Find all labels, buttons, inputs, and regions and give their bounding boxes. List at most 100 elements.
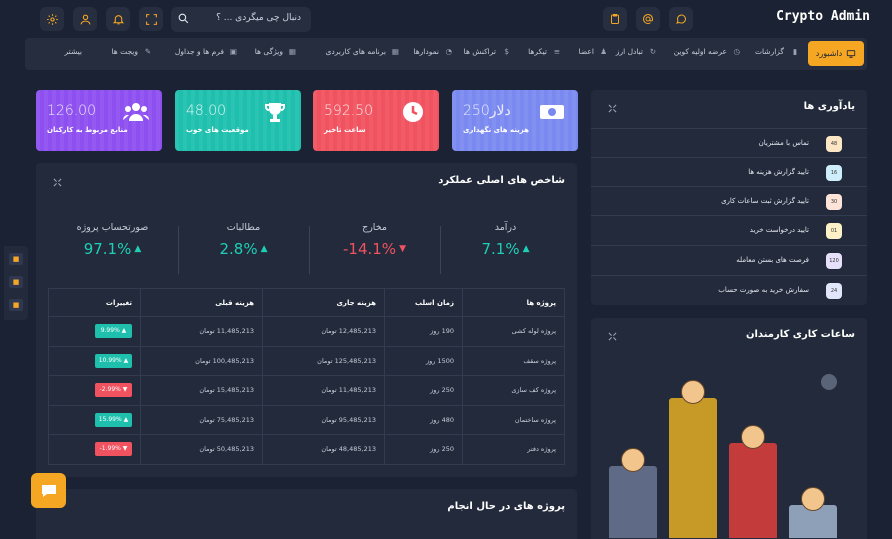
column-header: زمان اسلب <box>384 288 463 317</box>
stat-label: موقعیت های خوب <box>186 126 249 134</box>
nav-item-label: برنامه های کاربردی <box>325 47 386 56</box>
cell-project: پروژه ساختمان <box>462 404 565 435</box>
reminder-badge: 01 <box>826 223 842 239</box>
fullscreen-button[interactable] <box>139 7 163 31</box>
nav-item-label: تراکنش ها <box>463 47 496 56</box>
nav-item-apps[interactable]: ▦ برنامه های کاربردی <box>326 47 399 56</box>
kpi-value: 97.1% ▲ <box>47 240 178 258</box>
hours-bar <box>609 466 657 538</box>
stat-label: هزینه های نگهداری <box>463 126 529 134</box>
chat-tool-button[interactable]: ■ <box>9 299 23 311</box>
list-item[interactable]: تایید درخواست خرید 01 <box>591 215 867 244</box>
stat-value: 592.50 <box>324 103 373 119</box>
kpi-divider <box>440 226 441 274</box>
chat-icon: ■ <box>12 301 20 309</box>
cell-change: -2.99% ▼ <box>48 375 141 406</box>
table-row: پروژه لوله کشی 190 روز 12,485,213 تومان … <box>48 316 565 347</box>
nav-item-label: اعضا <box>578 47 594 56</box>
work-hours-title: ساعات کاری کارمندان <box>745 329 855 340</box>
settings-button[interactable] <box>40 7 64 31</box>
list-item[interactable]: فرصت های بستن معامله 120 <box>591 245 867 274</box>
kpi-revenue: درآمد 7.1% ▲ <box>440 222 571 258</box>
table-header-row: پروژه ها زمان اسلب هزینه جاری هزینه قبلی… <box>48 288 565 317</box>
nav-item-widgets[interactable]: ✎ ویجت ها <box>111 47 151 56</box>
nav-item-ico[interactable]: ◷ عرضه اولیه کوین <box>674 47 740 56</box>
reminder-text: تایید گزارش ثبت ساعات کاری <box>721 197 809 205</box>
gamepad-tool-button[interactable]: ■ <box>9 276 23 288</box>
gear-icon <box>46 13 58 25</box>
change-badge: 10.99% ▲ <box>95 353 132 368</box>
kpi-value-text: 7.1% <box>481 240 520 258</box>
arrow-up-icon: ▲ <box>134 244 142 254</box>
projects-table: پروژه ها زمان اسلب هزینه جاری هزینه قبلی… <box>48 288 565 465</box>
employee-avatar-icon <box>681 380 705 404</box>
nav-item-features[interactable]: ▦ ویژگی ها <box>255 47 296 56</box>
collapse-icon[interactable] <box>53 178 62 187</box>
list-item[interactable]: تایید گزارش هزینه ها 16 <box>591 157 867 186</box>
nav-item-forms[interactable]: ▣ فرم ها و جداول <box>175 47 237 56</box>
reminder-badge: 24 <box>826 283 842 299</box>
nav-item-exchange[interactable]: ↻ تبادل ارز <box>616 47 656 56</box>
cell-duration: 250 روز <box>384 434 463 465</box>
nav-item-label: داشبورد <box>815 49 843 58</box>
cell-duration: 250 روز <box>384 375 463 406</box>
change-value: -2.99% <box>99 386 121 394</box>
cell-change: -1.99% ▼ <box>48 434 141 465</box>
monitor-icon <box>847 49 856 58</box>
change-value: 10.99% <box>98 356 122 364</box>
profile-button[interactable] <box>73 7 97 31</box>
edit-icon: ✎ <box>144 47 151 56</box>
cell-change: 9.99% ▲ <box>48 316 141 347</box>
camera-tool-button[interactable]: ■ <box>9 253 23 265</box>
stat-card-maintenance: 250دلار هزینه های نگهداری <box>452 90 578 151</box>
cell-current-cost: 12,485,213 تومان <box>262 316 385 347</box>
cell-previous-cost: 75,485,213 تومان <box>140 404 263 435</box>
nav-item-label: تیکرها <box>528 47 547 56</box>
chat-fab-button[interactable] <box>31 473 66 508</box>
nav-item-tickers[interactable]: ≡ تیکرها <box>528 47 560 56</box>
nav-item-label: فرم ها و جداول <box>174 47 224 56</box>
nav-item-charts[interactable]: ◔ نمودارها <box>413 47 452 56</box>
table-row: پروژه ساختمان 480 روز 95,485,213 تومان 7… <box>48 404 565 435</box>
email-button[interactable] <box>636 7 660 31</box>
search-box[interactable]: دنبال چی میگردی ... ؟ <box>171 7 311 32</box>
nav-item-more[interactable]: بیشتر <box>65 47 82 56</box>
cell-previous-cost: 100,485,213 تومان <box>140 345 263 376</box>
nav-item-transactions[interactable]: $ تراکنش ها <box>464 47 509 56</box>
arrow-up-icon: ▲ <box>260 244 268 254</box>
list-item[interactable]: تایید گزارش ثبت ساعات کاری 30 <box>591 186 867 215</box>
kpi-value-text: 97.1% <box>83 240 132 258</box>
collapse-icon[interactable] <box>608 332 617 341</box>
notifications-button[interactable] <box>106 7 130 31</box>
stat-value: 250دلار <box>463 103 511 119</box>
cell-project: پروژه کف سازی <box>462 375 565 406</box>
list-item[interactable]: سفارش خرید به صورت حساب 24 <box>591 275 867 304</box>
table-row: پروژه دفتر 250 روز 48,485,213 تومان 50,4… <box>48 434 565 465</box>
bar-chart-icon: ▮ <box>792 47 797 56</box>
nav-item-label: تبادل ارز <box>615 47 643 56</box>
change-value: -1.99% <box>99 445 121 453</box>
cell-change: 10.99% ▲ <box>48 345 141 376</box>
chat-button[interactable] <box>669 7 693 31</box>
nav-item-dashboard[interactable]: داشبورد <box>808 41 864 66</box>
nav-item-label: بیشتر <box>64 47 82 56</box>
work-hours-card: ساعات کاری کارمندان <box>591 318 867 539</box>
collapse-icon[interactable] <box>608 104 617 113</box>
search-placeholder: دنبال چی میگردی ... ؟ <box>216 13 301 23</box>
clipboard-button[interactable] <box>603 7 627 31</box>
reminder-text: فرصت های بستن معامله <box>736 256 809 264</box>
cell-previous-cost: 15,485,213 تومان <box>140 375 263 406</box>
arrow-down-icon: ▼ <box>399 244 406 254</box>
user-icon <box>80 14 90 24</box>
cell-change: 15.99% ▲ <box>48 404 141 435</box>
list-item[interactable]: تماس با مشتریان 48 <box>591 128 867 157</box>
nav-item-members[interactable]: ♟ اعضا <box>579 47 607 56</box>
reminder-text: تایید گزارش هزینه ها <box>748 168 809 176</box>
bell-icon <box>112 14 124 24</box>
side-toolbar: ■ ■ ■ <box>4 246 28 320</box>
top-bar: Crypto Admin دنبال چی میگردی ... ؟ <box>0 0 892 38</box>
nav-item-reports[interactable]: ▮ گزارشات <box>755 47 797 56</box>
cell-previous-cost: 11,485,213 تومان <box>140 316 263 347</box>
dollar-icon: $ <box>504 47 509 56</box>
cell-previous-cost: 50,485,213 تومان <box>140 434 263 465</box>
